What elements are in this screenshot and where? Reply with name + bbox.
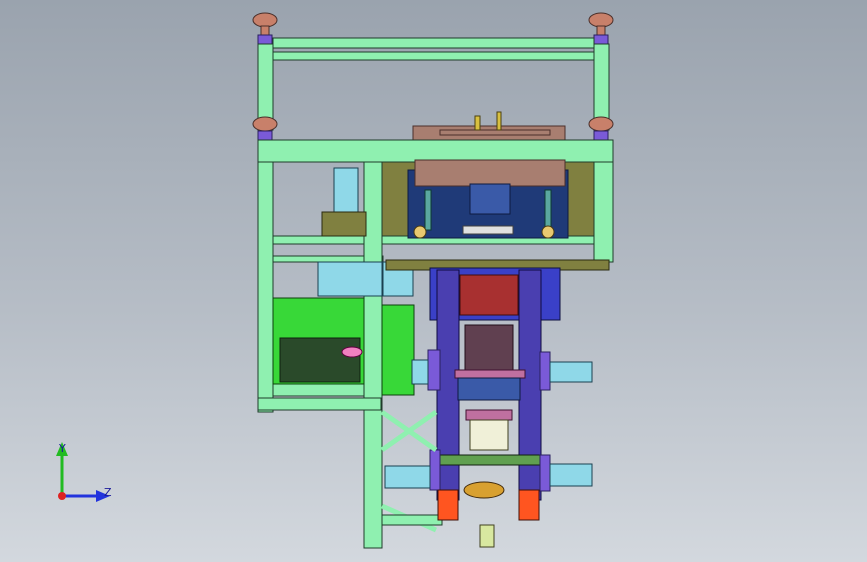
left-actuator-lower[interactable] — [384, 449, 441, 491]
top-plate[interactable] — [412, 111, 566, 143]
right-actuator-lower[interactable] — [539, 454, 593, 492]
origin-point — [58, 492, 66, 500]
bottom-nozzle[interactable] — [479, 524, 495, 548]
rear-panel[interactable] — [381, 159, 595, 239]
orientation-triad: Y Z — [56, 442, 112, 502]
base-rail[interactable] — [381, 514, 443, 526]
leveling-foot-mid-left[interactable] — [252, 116, 278, 141]
cad-viewport[interactable]: Y Z — [0, 0, 867, 562]
upper-frame[interactable] — [257, 37, 610, 131]
y-axis-label: Y — [58, 442, 66, 455]
right-actuator-upper[interactable] — [539, 351, 593, 391]
left-actuator-upper[interactable] — [411, 349, 441, 391]
z-axis-label: Z — [104, 486, 112, 499]
leveling-foot-mid-right[interactable] — [588, 116, 614, 141]
cad-model-view[interactable] — [0, 0, 867, 562]
